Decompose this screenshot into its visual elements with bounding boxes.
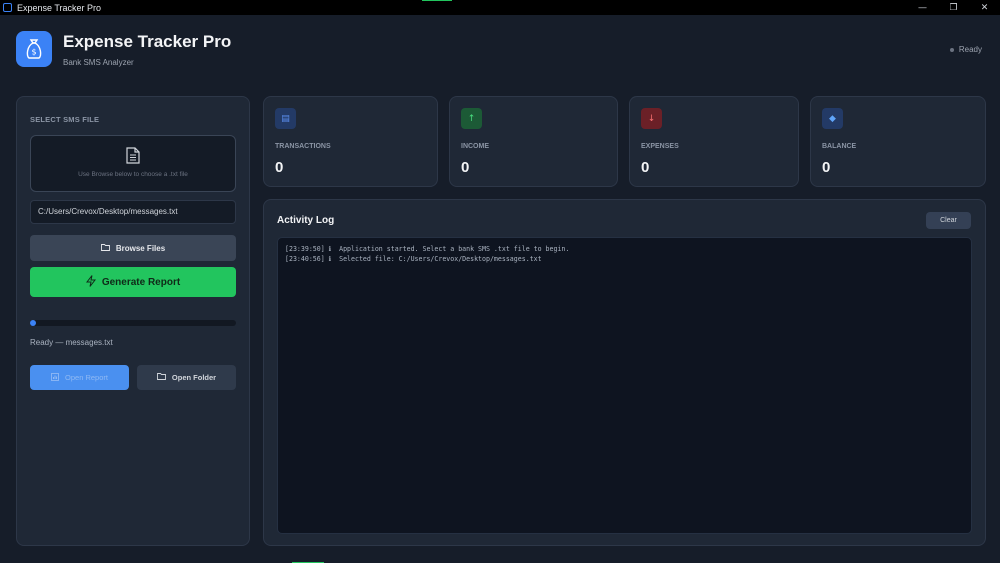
file-drop-zone[interactable]: Use Browse below to choose a .txt file [30, 135, 236, 192]
open-folder-label: Open Folder [171, 373, 217, 382]
clear-log-button[interactable]: Clear [926, 212, 971, 229]
open-folder-button[interactable]: Open Folder [137, 365, 236, 390]
stat-label: BALANCE [822, 143, 857, 150]
app-subtitle: Bank SMS Analyzer [63, 58, 134, 67]
stat-value: 0 [822, 159, 831, 176]
chart-icon [51, 372, 59, 383]
svg-text:$: $ [31, 48, 36, 57]
stat-card-expenses: ↓ EXPENSES 0 [629, 96, 799, 187]
status-indicator: Ready [949, 45, 982, 54]
open-report-button[interactable]: Open Report [30, 365, 129, 390]
folder-icon [156, 373, 166, 382]
app-window-icon [3, 3, 12, 12]
document-icon [126, 147, 140, 169]
drop-zone-hint: Use Browse below to choose a .txt file [78, 171, 188, 178]
close-button[interactable]: ✕ [969, 0, 1000, 15]
app-title: Expense Tracker Pro [63, 32, 232, 51]
top-accent-line [422, 0, 452, 1]
progress-status-text: Ready — messages.txt [30, 338, 113, 347]
arrow-down-icon: ↓ [641, 108, 662, 129]
window-titlebar: Expense Tracker Pro — ❐ ✕ [0, 0, 1000, 15]
open-report-label: Open Report [65, 373, 108, 382]
stat-card-balance: ◆ BALANCE 0 [810, 96, 986, 187]
browse-files-button[interactable]: Browse Files [30, 235, 236, 261]
arrow-up-icon: ↑ [461, 108, 482, 129]
file-selection-panel: SELECT SMS FILE Use Browse below to choo… [16, 96, 250, 546]
card-icon: ▤ [275, 108, 296, 129]
window-controls: — ❐ ✕ [907, 0, 1000, 15]
log-line: [23:39:50] ℹ Application started. Select… [285, 245, 570, 253]
stat-value: 0 [275, 159, 284, 176]
browse-files-label: Browse Files [115, 243, 166, 253]
stat-label: INCOME [461, 143, 489, 150]
status-text: Ready [958, 45, 982, 54]
lightning-icon [85, 274, 96, 290]
file-path-field[interactable]: C:/Users/Crevox/Desktop/messages.txt [30, 200, 236, 224]
stat-label: EXPENSES [641, 143, 679, 150]
activity-log-title: Activity Log [277, 215, 335, 226]
status-dot-icon [949, 47, 954, 52]
restore-button[interactable]: ❐ [938, 0, 969, 15]
stat-card-transactions: ▤ TRANSACTIONS 0 [263, 96, 438, 187]
activity-log-panel: Activity Log Clear [23:39:50] ℹ Applicat… [263, 199, 986, 546]
progress-bar-fill [30, 320, 36, 326]
stat-label: TRANSACTIONS [275, 143, 331, 150]
progress-bar [30, 320, 236, 326]
log-output[interactable]: [23:39:50] ℹ Application started. Select… [277, 237, 972, 534]
stat-value: 0 [641, 159, 650, 176]
window-title: Expense Tracker Pro [17, 2, 102, 13]
section-label: SELECT SMS FILE [30, 115, 100, 124]
generate-report-label: Generate Report [101, 276, 181, 288]
diamond-icon: ◆ [822, 108, 843, 129]
stat-card-income: ↑ INCOME 0 [449, 96, 618, 187]
stat-value: 0 [461, 159, 470, 176]
log-line: [23:40:56] ℹ Selected file: C:/Users/Cre… [285, 255, 542, 263]
minimize-button[interactable]: — [907, 0, 938, 15]
money-bag-icon: $ [16, 31, 52, 67]
generate-report-button[interactable]: Generate Report [30, 267, 236, 297]
folder-icon [100, 243, 110, 253]
